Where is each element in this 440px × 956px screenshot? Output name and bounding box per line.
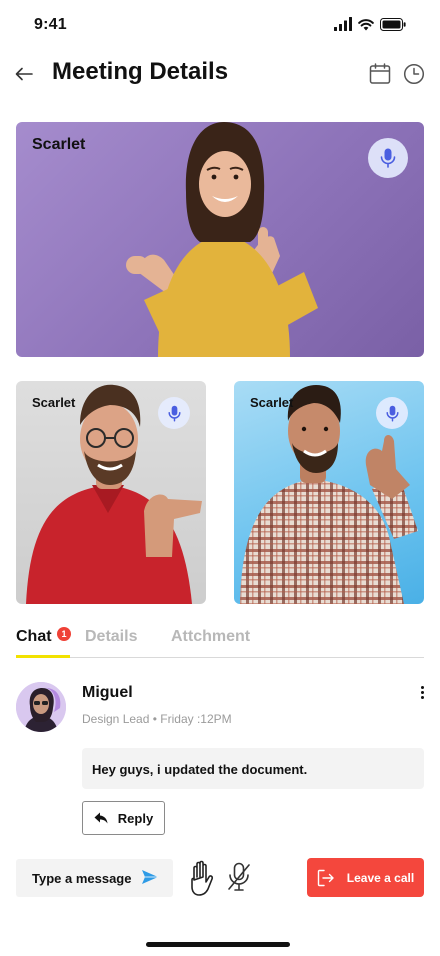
microphone-off-icon bbox=[228, 862, 250, 891]
participant-name: Scarlet bbox=[250, 395, 294, 410]
mic-button[interactable] bbox=[368, 138, 408, 178]
microphone-icon bbox=[385, 405, 399, 422]
video-tile-right[interactable]: Scarlet bbox=[234, 381, 424, 604]
tab-chat-label: Chat bbox=[16, 628, 52, 645]
calendar-icon bbox=[369, 63, 391, 84]
more-options-button[interactable] bbox=[414, 684, 430, 700]
home-indicator bbox=[146, 942, 290, 947]
mute-mic-button[interactable] bbox=[226, 862, 252, 892]
participant-video-image bbox=[126, 122, 318, 357]
meta-separator: • bbox=[152, 712, 157, 726]
notification-badge: 1 bbox=[57, 627, 71, 641]
status-bar: 9:41 bbox=[0, 0, 440, 50]
tab-chat[interactable]: Chat bbox=[16, 628, 52, 646]
leave-call-label: Leave a call bbox=[346, 870, 415, 885]
wifi-icon bbox=[358, 18, 374, 30]
tab-bar: Chat 1 Details Attchment bbox=[16, 622, 424, 658]
more-dot bbox=[420, 690, 424, 694]
participant-name: Scarlet bbox=[32, 395, 76, 410]
tab-attachment[interactable]: Attchment bbox=[171, 628, 250, 646]
microphone-icon bbox=[167, 405, 181, 422]
logout-icon bbox=[317, 869, 334, 886]
send-button[interactable] bbox=[141, 869, 161, 887]
message-input[interactable] bbox=[16, 859, 136, 897]
history-button[interactable] bbox=[402, 62, 426, 86]
back-button[interactable] bbox=[12, 62, 36, 86]
microphone-icon bbox=[380, 148, 396, 168]
sender-name: Miguel bbox=[82, 684, 133, 701]
sender-avatar-image bbox=[16, 682, 66, 732]
sender-role: Design Lead bbox=[82, 712, 150, 726]
leave-call-button[interactable]: Leave a call bbox=[307, 858, 424, 897]
mic-button[interactable] bbox=[376, 397, 408, 429]
raise-hand-button[interactable] bbox=[186, 860, 216, 896]
message-time: Friday :12PM bbox=[160, 712, 232, 726]
arrow-left-icon bbox=[15, 67, 33, 81]
participant-name: Scarlet bbox=[32, 136, 86, 153]
mic-button[interactable] bbox=[158, 397, 190, 429]
video-tile-left[interactable]: Scarlet bbox=[16, 381, 206, 604]
hand-icon bbox=[191, 860, 213, 896]
page-title: Meeting Details bbox=[52, 58, 229, 85]
send-icon bbox=[142, 870, 158, 884]
header: Meeting Details bbox=[0, 52, 440, 96]
active-tab-indicator bbox=[16, 655, 70, 658]
message-composer bbox=[16, 859, 173, 897]
avatar[interactable] bbox=[16, 682, 66, 732]
more-dot bbox=[420, 695, 424, 699]
battery-icon bbox=[380, 17, 406, 31]
reply-arrow-icon bbox=[94, 812, 108, 824]
cellular-signal-icon bbox=[334, 17, 352, 31]
status-icons bbox=[334, 17, 406, 31]
sender-meta: Design Lead • Friday :12PM bbox=[82, 712, 232, 726]
calendar-button[interactable] bbox=[368, 62, 392, 86]
clock-icon bbox=[403, 63, 425, 85]
status-time: 9:41 bbox=[34, 16, 67, 33]
reply-label: Reply bbox=[117, 810, 154, 826]
tab-details[interactable]: Details bbox=[85, 628, 137, 646]
more-dot bbox=[420, 685, 424, 689]
video-tile-main[interactable]: Scarlet bbox=[16, 122, 424, 357]
message-bubble: Hey guys, i updated the document. bbox=[82, 748, 424, 789]
reply-button[interactable]: Reply bbox=[82, 801, 165, 835]
